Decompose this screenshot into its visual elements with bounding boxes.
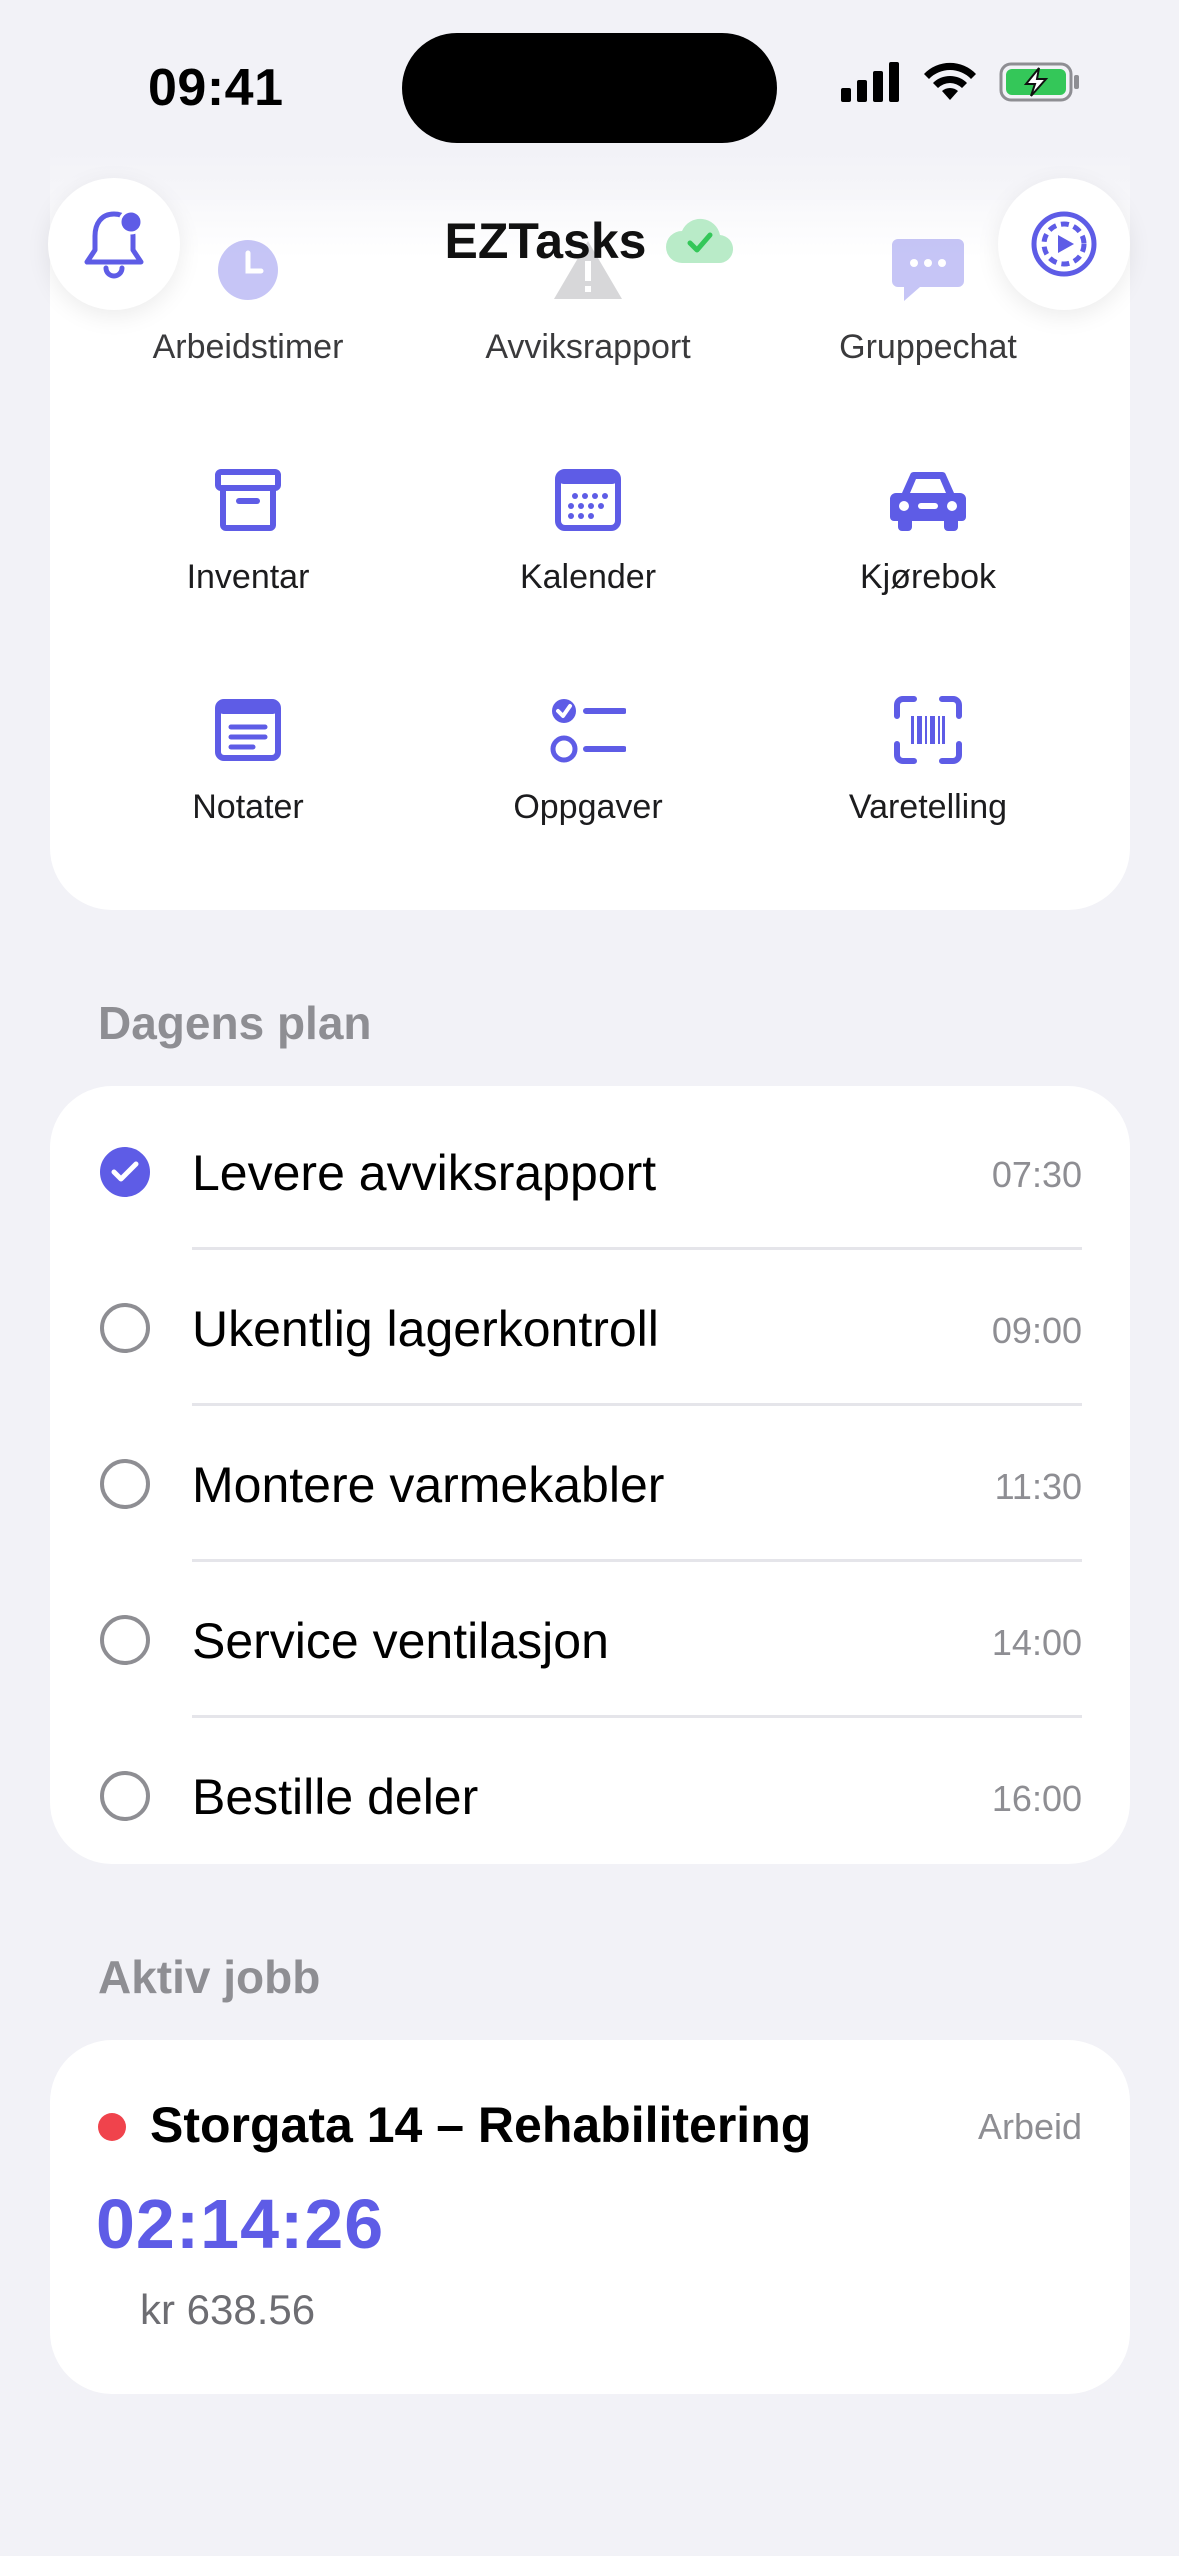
app-label: Kjørebok: [859, 558, 997, 596]
task-row[interactable]: Service ventilasjon 14:00: [50, 1562, 1130, 1718]
gear-icon: [1031, 211, 1097, 277]
app-varetelling[interactable]: Varetelling: [758, 690, 1098, 827]
task-checkbox[interactable]: [100, 1459, 150, 1509]
checkmark-icon: [111, 1161, 139, 1182]
app-label: Kalender: [519, 558, 657, 596]
task-row[interactable]: Levere avviksrapport 07:30: [50, 1094, 1130, 1250]
cloud-synced-icon: [666, 218, 734, 264]
task-time: 16:00: [991, 1778, 1082, 1819]
archive-box-icon: [215, 460, 281, 540]
job-timer: 02:14:26: [96, 2185, 385, 2263]
task-row[interactable]: Bestille deler 16:00: [50, 1718, 1130, 1874]
dynamic-island: [402, 33, 777, 143]
task-time: 07:30: [991, 1154, 1082, 1195]
job-title: Storgata 14 – Rehabilitering: [150, 2097, 812, 2153]
barcode-scan-icon: [894, 690, 962, 770]
cellular-signal-icon: [841, 62, 899, 102]
active-job-section-title: Aktiv jobb: [98, 1951, 321, 2003]
task-row[interactable]: Ukentlig lagerkontroll 09:00: [50, 1250, 1130, 1406]
status-time: 09:41: [148, 59, 284, 117]
app-notater[interactable]: Notater: [78, 690, 418, 827]
task-time: 14:00: [991, 1622, 1082, 1663]
task-checkbox[interactable]: [100, 1615, 150, 1665]
plan-section-title: Dagens plan: [98, 997, 372, 1049]
calendar-icon: [555, 460, 621, 540]
notes-icon: [215, 690, 281, 770]
app-label: Notater: [192, 788, 304, 826]
task-checkbox[interactable]: [100, 1303, 150, 1353]
task-title: Service ventilasjon: [192, 1613, 609, 1669]
battery-charging-icon: [999, 62, 1079, 102]
app-inventar[interactable]: Inventar: [78, 460, 418, 597]
app-kjorebok[interactable]: Kjørebok: [758, 460, 1098, 597]
task-title: Levere avviksrapport: [192, 1145, 657, 1201]
car-icon: [888, 460, 968, 540]
status-icons: [841, 62, 1081, 102]
app-oppgaver[interactable]: Oppgaver: [418, 690, 758, 827]
app-label: Varetelling: [848, 788, 1008, 826]
task-title: Bestille deler: [192, 1769, 479, 1825]
app-kalender[interactable]: Kalender: [418, 460, 758, 597]
task-title: Ukentlig lagerkontroll: [192, 1301, 659, 1357]
app-title: EZTasks: [444, 213, 647, 269]
checklist-icon: [550, 690, 626, 770]
app-label: Arbeidstimer: [152, 328, 344, 366]
app-label: Inventar: [186, 558, 310, 596]
task-checkbox-checked[interactable]: [100, 1147, 150, 1197]
task-title: Montere varmekabler: [192, 1457, 665, 1513]
task-checkbox[interactable]: [100, 1771, 150, 1821]
task-row[interactable]: Montere varmekabler 11:30: [50, 1406, 1130, 1562]
settings-button[interactable]: [998, 178, 1130, 310]
app-label: Avviksrapport: [485, 328, 691, 366]
task-time: 11:30: [994, 1466, 1082, 1507]
app-label: Gruppechat: [839, 328, 1017, 366]
recording-status-dot: [98, 2113, 126, 2141]
app-label: Oppgaver: [513, 788, 663, 826]
task-time: 09:00: [991, 1310, 1082, 1351]
job-category: Arbeid: [977, 2106, 1082, 2147]
plan-card: Levere avviksrapport 07:30 Ukentlig lage…: [50, 1086, 1130, 1864]
wifi-icon: [924, 62, 976, 100]
job-amount: kr 638.56: [140, 2286, 316, 2333]
active-job-card[interactable]: Storgata 14 – Rehabilitering Arbeid 02:1…: [50, 2040, 1130, 2394]
